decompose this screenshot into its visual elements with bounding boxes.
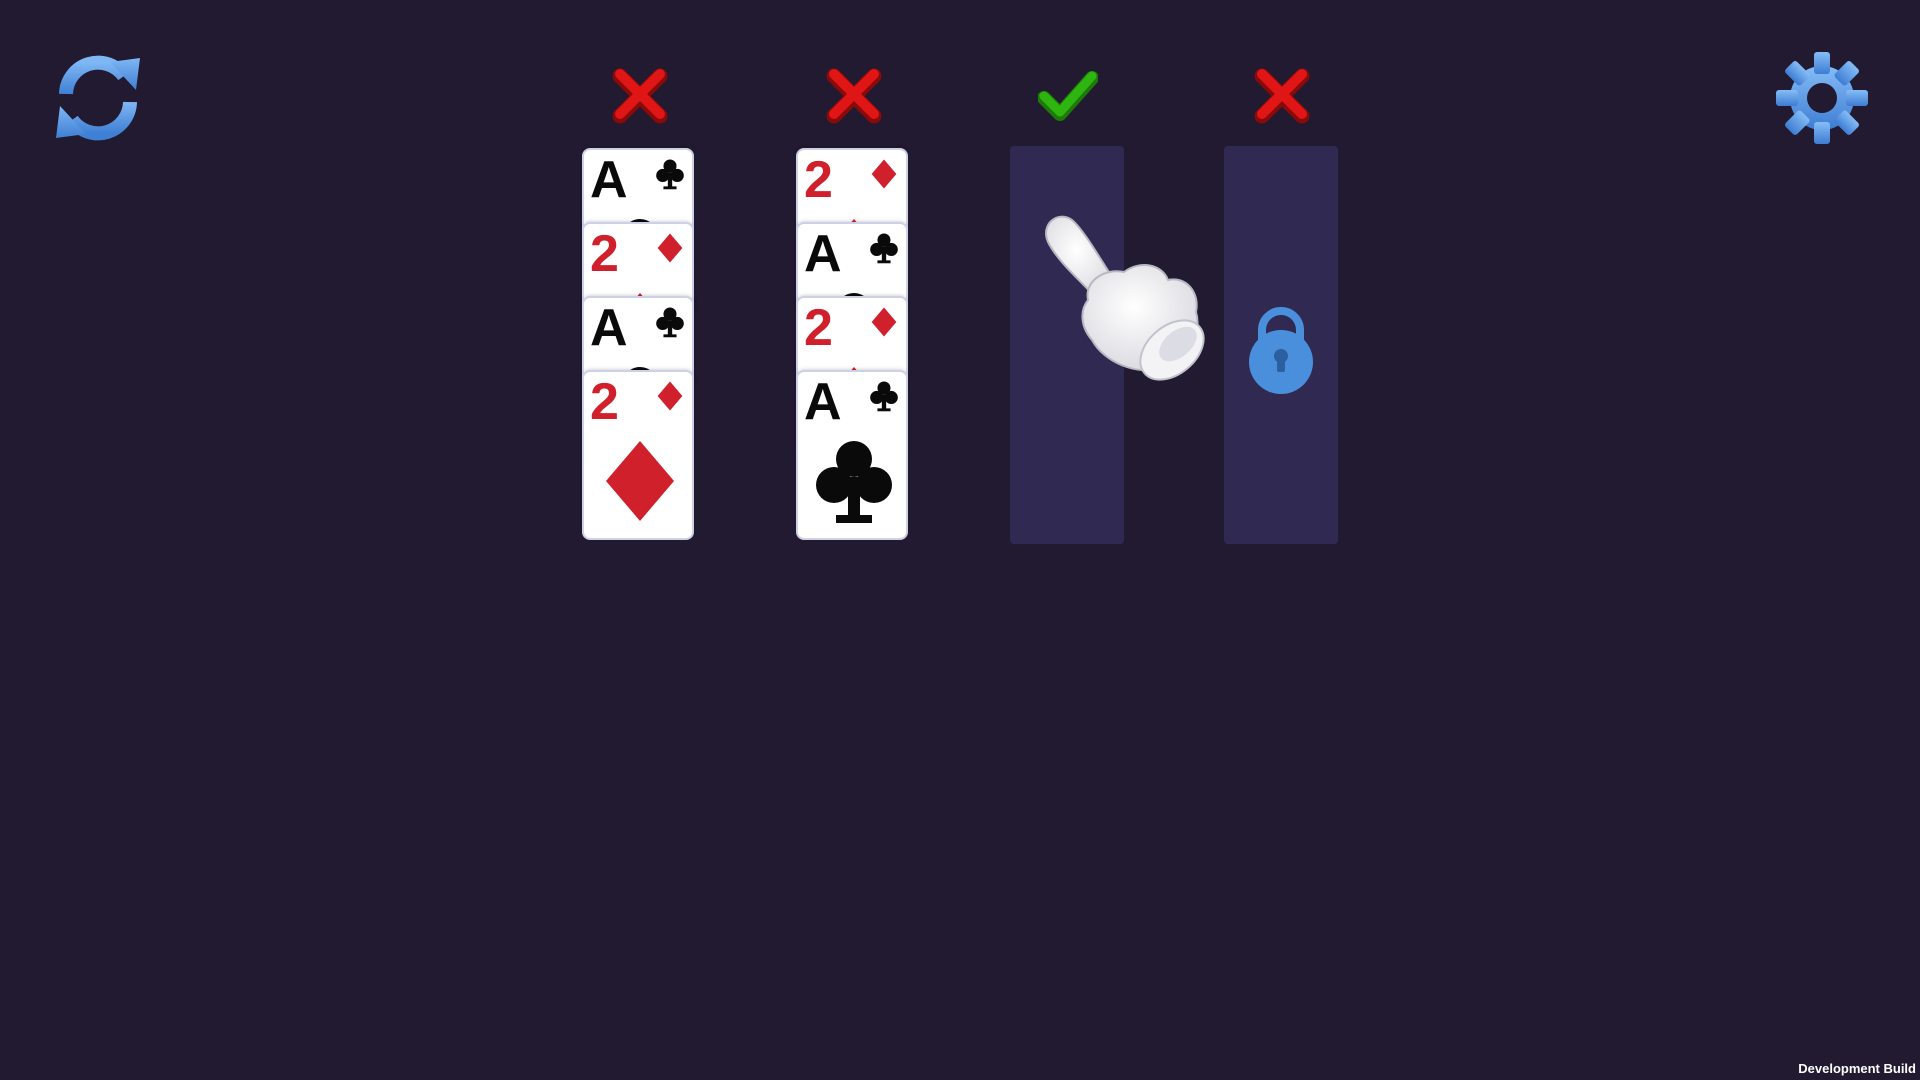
club-suit-icon — [870, 233, 898, 264]
red-x-icon — [826, 68, 882, 124]
card-rank: A — [590, 299, 628, 357]
settings-button[interactable] — [1772, 48, 1872, 148]
gear-icon — [1776, 52, 1868, 144]
card-rank: A — [804, 225, 842, 283]
club-suit-icon — [870, 381, 898, 412]
card-rank: A — [804, 373, 842, 431]
pointing-hand-icon — [1045, 215, 1205, 381]
club-suit-icon — [816, 441, 892, 523]
diamond-suit-icon — [606, 441, 674, 521]
green-check-icon — [1038, 71, 1098, 121]
tableau-column-1[interactable]: A 2 A 2 — [582, 0, 698, 560]
lock-icon — [1249, 307, 1313, 394]
card-rank: A — [590, 151, 628, 209]
card-rank: 2 — [804, 299, 833, 357]
playing-card[interactable]: 2 — [584, 372, 692, 538]
diamond-suit-icon — [871, 159, 897, 189]
diamond-suit-icon — [657, 381, 683, 411]
restart-button[interactable] — [48, 48, 148, 148]
tableau-column-2[interactable]: 2 A 2 A — [796, 0, 912, 560]
game-board: A 2 A 2 2 A 2 A Development Build — [0, 0, 1920, 1080]
red-x-icon — [612, 68, 668, 124]
development-build-label: Development Build — [1798, 1061, 1916, 1076]
club-suit-icon — [656, 159, 684, 190]
card-rank: 2 — [590, 373, 619, 431]
diamond-suit-icon — [871, 307, 897, 337]
club-suit-icon — [656, 307, 684, 338]
card-rank: 2 — [590, 225, 619, 283]
tableau-column-4[interactable] — [1224, 0, 1340, 560]
diamond-suit-icon — [657, 233, 683, 263]
card-rank: 2 — [804, 151, 833, 209]
red-x-icon — [1254, 68, 1310, 124]
playing-card[interactable]: A — [798, 372, 906, 538]
refresh-icon — [56, 55, 140, 141]
